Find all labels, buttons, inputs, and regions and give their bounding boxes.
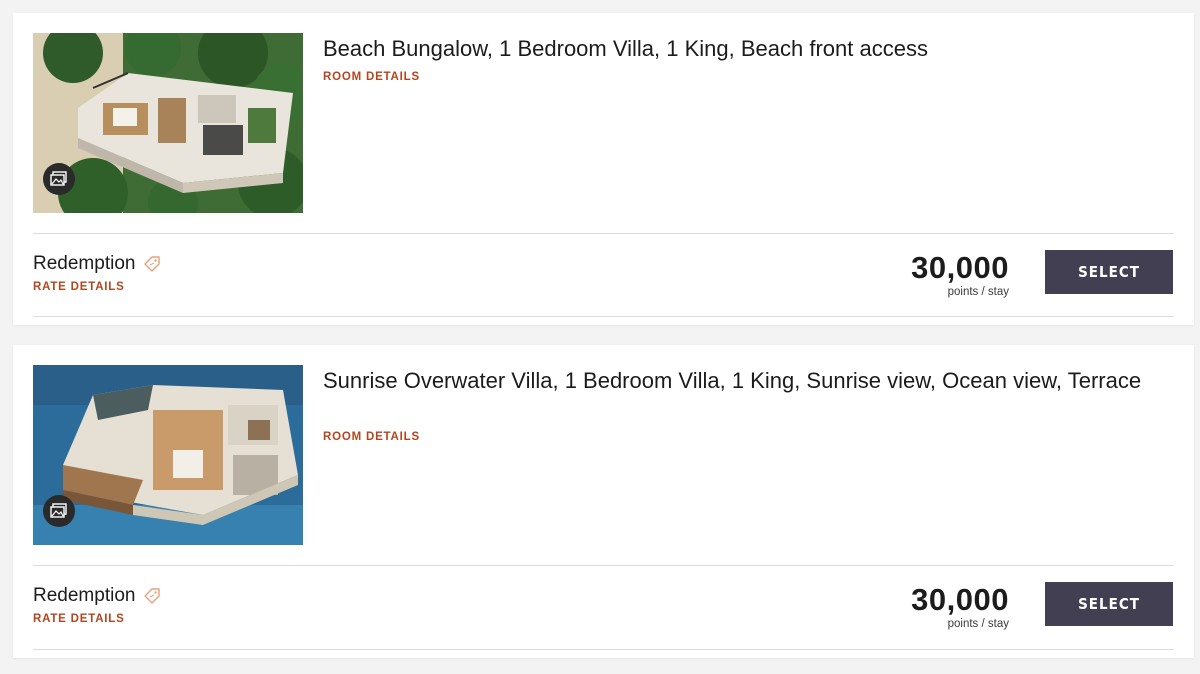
points-unit: points / stay <box>947 618 1009 630</box>
points-value: 30,000 <box>911 582 1009 617</box>
overwater-villa-floorplan-image <box>33 365 303 545</box>
room-card: Beach Bungalow, 1 Bedroom Villa, 1 King,… <box>13 13 1194 325</box>
points-value: 30,000 <box>911 250 1009 285</box>
tag-icon <box>144 256 161 272</box>
rate-name-label: Redemption <box>33 585 136 606</box>
room-title: Sunrise Overwater Villa, 1 Bedroom Villa… <box>323 368 1142 393</box>
room-card: Sunrise Overwater Villa, 1 Bedroom Villa… <box>13 345 1194 658</box>
room-image[interactable] <box>33 33 303 213</box>
price: 30,000 points / stay <box>911 250 1009 299</box>
tag-icon <box>144 588 161 604</box>
points-unit: points / stay <box>947 286 1009 298</box>
gallery-button[interactable] <box>43 163 75 195</box>
gallery-icon <box>50 503 67 518</box>
room-title: Beach Bungalow, 1 Bedroom Villa, 1 King,… <box>323 36 928 61</box>
rate-name: Redemption <box>33 585 161 607</box>
divider <box>33 316 1174 317</box>
rate-name: Redemption <box>33 253 161 275</box>
gallery-button[interactable] <box>43 495 75 527</box>
room-details-link[interactable]: ROOM DETAILS <box>323 71 420 83</box>
divider <box>33 649 1174 650</box>
select-button[interactable]: SELECT <box>1045 582 1173 626</box>
select-button[interactable]: SELECT <box>1045 250 1173 294</box>
gallery-icon <box>50 171 67 186</box>
room-details-link[interactable]: ROOM DETAILS <box>323 431 420 443</box>
divider <box>33 565 1174 566</box>
beach-bungalow-floorplan-image <box>33 33 303 213</box>
room-image[interactable] <box>33 365 303 545</box>
rate-name-label: Redemption <box>33 253 136 274</box>
rate-details-link[interactable]: RATE DETAILS <box>33 613 125 625</box>
price: 30,000 points / stay <box>911 582 1009 631</box>
divider <box>33 233 1174 234</box>
rate-details-link[interactable]: RATE DETAILS <box>33 281 125 293</box>
